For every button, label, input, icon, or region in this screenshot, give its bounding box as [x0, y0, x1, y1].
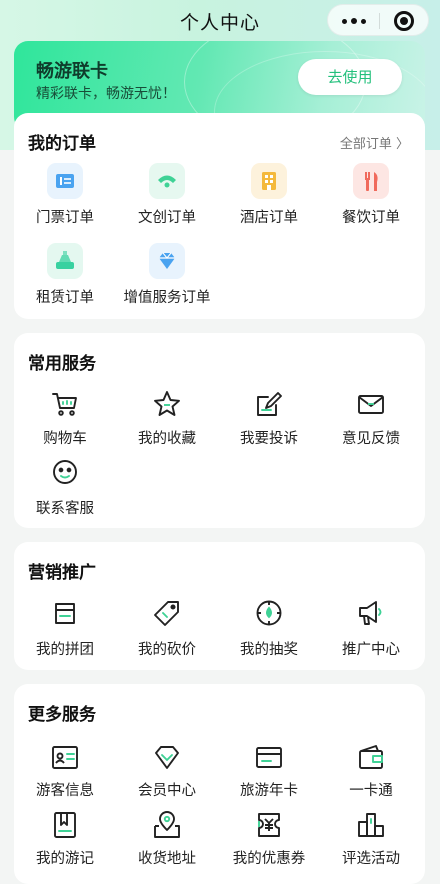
service-label: 购物车	[43, 431, 87, 447]
service-customer-support[interactable]: 联系客服	[14, 457, 116, 517]
all-orders-link[interactable]: 全部订单 〉	[340, 133, 409, 152]
coupon-icon	[254, 810, 284, 840]
more-travel-notes[interactable]: 我的游记	[14, 810, 116, 867]
service-label: 我的收藏	[138, 431, 196, 447]
order-item-label: 文创订单	[138, 210, 196, 226]
order-item-label: 租赁订单	[36, 290, 94, 306]
more-all-in-one-card[interactable]: 一卡通	[320, 742, 422, 799]
more-annual-pass[interactable]: 旅游年卡	[218, 742, 320, 799]
edit-icon	[254, 389, 284, 419]
marketing-lottery[interactable]: 我的抽奖	[218, 598, 320, 658]
ranking-icon	[356, 810, 386, 840]
more-services-card: 更多服务 游客信息 会员中心 旅游年卡 一卡通 我的游记 收货地址 我的优惠券 …	[14, 684, 425, 884]
cart-icon	[50, 389, 80, 419]
order-item-dining[interactable]: 餐饮订单	[320, 161, 422, 231]
my-orders-card: 我的订单 全部订单 〉 门票订单 文创订单 酒店订单 餐饮订单 租赁订单 增值服…	[14, 113, 425, 319]
more-label: 一卡通	[349, 783, 393, 799]
banner-subtitle: 精彩联卡，畅游无忧！	[36, 86, 176, 102]
service-feedback[interactable]: 意见反馈	[320, 389, 422, 447]
map-pin-icon	[152, 810, 182, 840]
vip-diamond-icon	[152, 742, 182, 772]
marketing-label: 推广中心	[342, 642, 400, 658]
star-icon	[152, 389, 182, 419]
banner-title: 畅游联卡	[36, 61, 108, 82]
more-options-icon[interactable]	[340, 11, 368, 31]
order-item-label: 门票订单	[36, 210, 94, 226]
more-label: 会员中心	[138, 783, 196, 799]
service-favorites[interactable]: 我的收藏	[116, 389, 218, 447]
more-member-center[interactable]: 会员中心	[116, 742, 218, 799]
marketing-label: 我的砍价	[138, 642, 196, 658]
order-item-value-added[interactable]: 增值服务订单	[116, 241, 218, 311]
ticket-icon	[47, 163, 83, 199]
megaphone-icon	[356, 598, 386, 628]
mini-program-capsule	[327, 4, 429, 36]
utensils-icon	[353, 163, 389, 199]
lottery-icon	[254, 598, 284, 628]
service-label: 联系客服	[36, 501, 94, 517]
diamond-icon	[149, 243, 185, 279]
more-coupons[interactable]: 我的优惠券	[218, 810, 320, 867]
marketing-bargain[interactable]: 我的砍价	[116, 598, 218, 658]
marketing-label: 我的抽奖	[240, 642, 298, 658]
service-cart[interactable]: 购物车	[14, 389, 116, 447]
more-label: 旅游年卡	[240, 783, 298, 799]
wallet-icon	[356, 742, 386, 772]
rental-icon	[47, 243, 83, 279]
order-item-hotel[interactable]: 酒店订单	[218, 161, 320, 231]
section-title: 更多服务	[28, 705, 96, 725]
service-label: 意见反馈	[342, 431, 400, 447]
common-services-card: 常用服务 购物车 我的收藏 我要投诉 意见反馈 联系客服	[14, 333, 425, 528]
more-shipping-address[interactable]: 收货地址	[116, 810, 218, 867]
mail-icon	[356, 389, 386, 419]
order-item-rental[interactable]: 租赁订单	[14, 241, 116, 311]
capsule-divider	[379, 13, 380, 29]
hotel-icon	[251, 163, 287, 199]
group-bag-icon	[50, 598, 80, 628]
order-item-label: 餐饮订单	[342, 210, 400, 226]
navigation-bar: 个人中心	[0, 0, 440, 40]
more-visitor-info[interactable]: 游客信息	[14, 742, 116, 799]
service-label: 我要投诉	[240, 431, 298, 447]
id-card-icon	[50, 742, 80, 772]
more-voting-activities[interactable]: 评选活动	[320, 810, 422, 867]
marketing-group-buy[interactable]: 我的拼团	[14, 598, 116, 658]
book-icon	[50, 810, 80, 840]
service-complaint[interactable]: 我要投诉	[218, 389, 320, 447]
close-mini-program-icon[interactable]	[394, 11, 414, 31]
use-card-button[interactable]: 去使用	[298, 59, 402, 95]
more-label: 游客信息	[36, 783, 94, 799]
marketing-label: 我的拼团	[36, 642, 94, 658]
service-face-icon	[50, 457, 80, 487]
order-item-tickets[interactable]: 门票订单	[14, 161, 116, 231]
order-item-label: 酒店订单	[240, 210, 298, 226]
order-item-label: 增值服务订单	[123, 290, 211, 306]
marketing-card: 营销推广 我的拼团 我的砍价 我的抽奖 推广中心	[14, 542, 425, 670]
section-title: 营销推广	[28, 563, 96, 583]
fan-icon	[149, 163, 185, 199]
section-title: 常用服务	[28, 354, 96, 374]
order-item-creative[interactable]: 文创订单	[116, 161, 218, 231]
price-tag-icon	[152, 598, 182, 628]
marketing-promotion-center[interactable]: 推广中心	[320, 598, 422, 658]
card-icon	[254, 742, 284, 772]
section-title: 我的订单	[28, 134, 96, 154]
